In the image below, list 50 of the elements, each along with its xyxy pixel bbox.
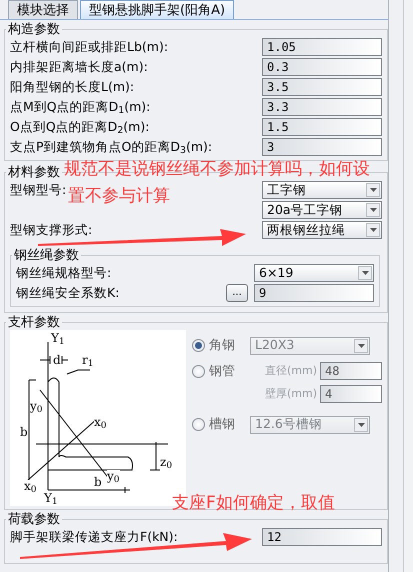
- caret-icon: [362, 271, 368, 275]
- caret-icon: [370, 228, 376, 232]
- field-label: O点到Q点的距离D$_{2}$(m):: [10, 118, 150, 136]
- diagram-label: b: [94, 476, 102, 488]
- diagram-label: y$_{0}$: [107, 470, 120, 482]
- diagram-label: d: [53, 354, 61, 366]
- field-label: 型钢支撑形式:: [10, 220, 92, 239]
- diagram-label: x$_{0}$: [94, 416, 107, 428]
- input-field[interactable]: 12: [262, 528, 382, 546]
- input-field[interactable]: 9: [254, 284, 374, 302]
- field-label: 钢丝绳规格型号:: [16, 264, 112, 282]
- input-field[interactable]: 3.5: [262, 78, 382, 96]
- group-title: 荷载参数: [7, 512, 61, 527]
- caret-icon: [358, 422, 364, 427]
- input-field[interactable]: 1.5: [262, 118, 382, 136]
- tab[interactable]: 模块选择: [8, 0, 78, 19]
- dropdown[interactable]: 20a号工字钢: [262, 201, 382, 219]
- diagram-label: Y$_{1}$: [51, 332, 65, 344]
- field-label: 阳角型钢的长度L(m):: [10, 78, 134, 96]
- field-label: 壁厚(mm): [264, 386, 317, 402]
- field-label: 点M到Q点的距离D$_{1}$(m):: [10, 98, 150, 116]
- input-field[interactable]: 0.3: [262, 58, 382, 76]
- group-title: 支杆参数: [7, 315, 61, 330]
- dropdown[interactable]: 6×19: [254, 264, 374, 282]
- group-title: 材料参数: [7, 165, 61, 180]
- group-title: 构造参数: [7, 22, 61, 37]
- group-title: 钢丝绳参数: [13, 248, 80, 263]
- field-label: 内排架距离墙长度a(m):: [10, 58, 148, 76]
- caret-icon: [358, 344, 364, 348]
- input-field[interactable]: 3.3: [262, 98, 382, 116]
- field-label: 脚手架联梁传递支座力F(kN):: [10, 528, 178, 546]
- field-label: 型钢型号:: [10, 180, 66, 199]
- annotation-text: 支座F如何确定，取值: [172, 494, 335, 513]
- dropdown[interactable]: 工字钢: [262, 181, 382, 199]
- field-label: 支点P到建筑物角点O的距离D$_{3}$(m):: [10, 138, 212, 156]
- dropdown[interactable]: 两根钢丝拉绳: [262, 221, 382, 239]
- browse-button[interactable]: ...: [226, 284, 248, 302]
- annotation-text: 置不参与计算: [68, 187, 170, 206]
- annotation-text: 规范不是说钢丝绳不参加计算吗，如何设: [64, 160, 370, 179]
- diagram-label: b: [20, 426, 28, 438]
- caret-icon: [370, 188, 376, 192]
- input-field[interactable]: 3: [262, 138, 382, 156]
- input-field[interactable]: 1.05: [262, 38, 382, 56]
- field-label: 钢丝绳安全系数K:: [16, 284, 120, 302]
- caret-icon: [370, 208, 376, 212]
- field-label: 立杆横向间距或排距Lb(m):: [10, 38, 168, 56]
- field-label: 直径(mm): [264, 363, 317, 379]
- diagram-label: x$_{0}$: [24, 480, 37, 492]
- diagram-label: Y$_{1}$: [44, 492, 58, 504]
- tab[interactable]: 型钢悬挑脚手架(阳角A): [80, 0, 234, 19]
